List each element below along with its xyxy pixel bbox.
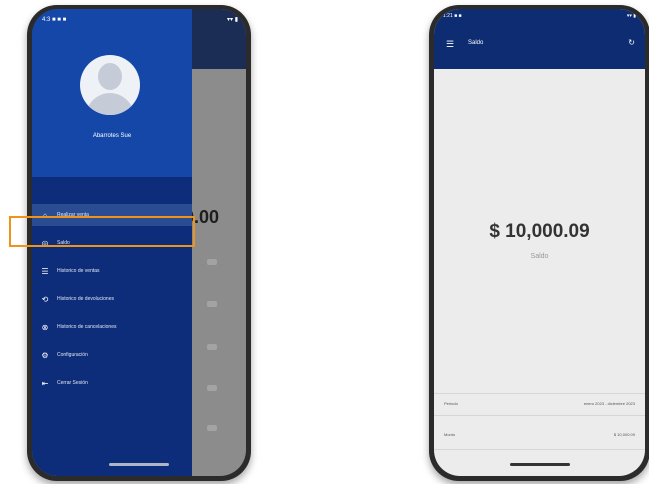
main-screen-faded-icon: [207, 385, 217, 391]
cancel-icon: ⊗: [41, 322, 49, 332]
divider: [434, 393, 645, 394]
menu-item-label: Configuración: [57, 352, 88, 358]
amount-label: Monto: [444, 432, 456, 437]
list-icon: ☰: [41, 266, 49, 276]
status-icons: ▾▾ ▮: [227, 17, 238, 23]
menu-item-label: Historico de ventas: [57, 268, 100, 274]
logout-icon: ⇤: [41, 378, 49, 388]
avatar-head-icon: [98, 63, 122, 90]
amount-value: $ 10,000.09: [613, 432, 635, 437]
menu-item-historico-ventas[interactable]: ☰ Historico de ventas: [32, 260, 192, 282]
page-title: Saldo: [468, 40, 484, 46]
status-icons: ▾▾ ▮: [626, 13, 636, 19]
status-bar: 1:21 ■ ■ ▾▾ ▮: [434, 9, 645, 25]
home-indicator: [509, 463, 570, 466]
divider: [434, 449, 645, 450]
balance-label: Saldo: [530, 253, 549, 260]
status-time: 1:21 ■ ■: [443, 13, 462, 19]
main-screen-list-icon: [207, 259, 217, 265]
settings-icon: ⚙: [41, 350, 49, 360]
right-phone-screen: 1:21 ■ ■ ▾▾ ▮ ☰ Saldo ↻ $ 10,000.09 Sald…: [434, 9, 645, 476]
user-name: Abarrotes Sue: [92, 133, 132, 139]
right-phone-frame: 1:21 ■ ■ ▾▾ ▮ ☰ Saldo ↻ $ 10,000.09 Sald…: [429, 5, 649, 481]
menu-item-label: Historico de devoluciones: [57, 296, 114, 302]
status-time: 4:3 ■ ■ ■: [42, 17, 67, 23]
menu-item-configuracion[interactable]: ⚙ Configuración: [32, 344, 192, 366]
menu-item-cerrar-sesion[interactable]: ⇤ Cerrar Sesión: [32, 372, 192, 394]
main-screen-faded-icon: [207, 425, 217, 431]
refresh-icon[interactable]: ↻: [628, 38, 635, 47]
main-screen-faded-icon: [207, 344, 217, 350]
menu-item-historico-devoluciones[interactable]: ⟲ Historico de devoluciones: [32, 288, 192, 310]
avatar-body-icon: [86, 93, 134, 115]
home-indicator: [109, 463, 169, 466]
divider: [434, 415, 645, 416]
app-bar: ☰ Saldo ↻: [434, 25, 645, 69]
drawer-header: 4:3 ■ ■ ■ Abarrotes Sue: [32, 9, 192, 177]
balance-amount: $ 10,000.09: [489, 221, 590, 242]
return-icon: ⟲: [41, 294, 49, 304]
menu-item-label: Cerrar Sesión: [57, 380, 88, 386]
main-screen-faded-icon: [207, 301, 217, 307]
avatar[interactable]: [80, 55, 140, 115]
status-bar: 4:3 ■ ■ ■: [32, 9, 192, 31]
period-value: enero 2023 - diciembre 2023: [583, 401, 635, 406]
hamburger-menu-icon[interactable]: ☰: [446, 39, 454, 50]
saldo-highlight-box: [9, 216, 195, 247]
period-label: Periodo: [444, 401, 458, 406]
menu-item-label: Historico de cancelaciones: [57, 324, 117, 330]
menu-item-historico-cancelaciones[interactable]: ⊗ Historico de cancelaciones: [32, 316, 192, 338]
